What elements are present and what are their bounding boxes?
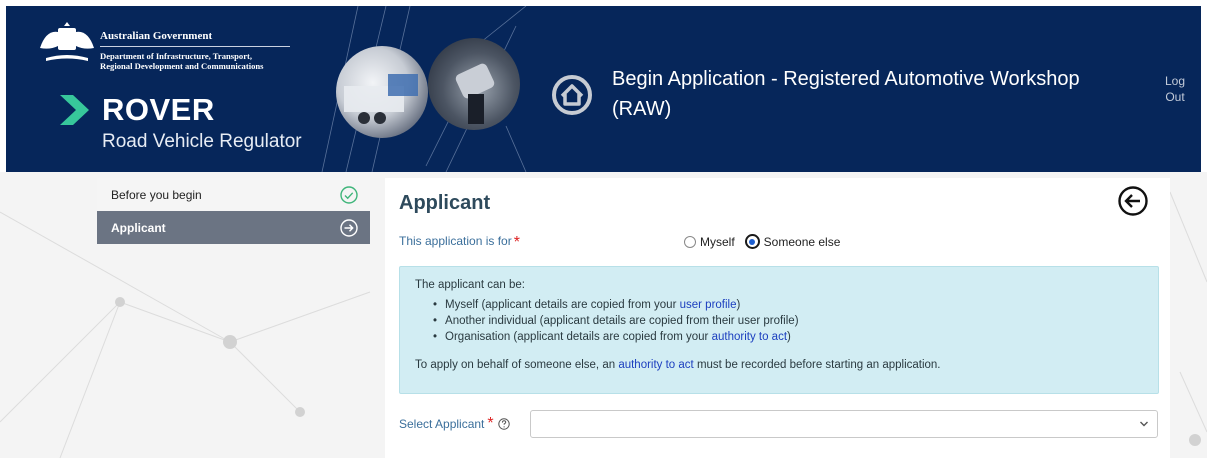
applicant-panel: Applicant This application is for * Mysel… [385, 178, 1170, 458]
seatbelt-photo [428, 38, 520, 130]
radio-someone-else[interactable] [744, 234, 760, 249]
chevron-down-icon [1140, 421, 1148, 427]
select-applicant-label: Select Applicant [399, 417, 485, 431]
required-asterisk: * [487, 415, 494, 432]
logout-link[interactable]: Log Out [1163, 73, 1187, 105]
sidebar-item-label: Before you begin [111, 187, 202, 202]
department-line-2: Regional Development and Communications [100, 61, 264, 71]
application-for-label: This application is for [399, 234, 512, 248]
section-title: Applicant [399, 192, 491, 214]
brand-subtitle: Road Vehicle Regulator [102, 131, 302, 152]
select-applicant-row: Select Applicant * [399, 410, 1159, 438]
truck-photo [336, 46, 428, 138]
select-applicant-dropdown[interactable] [530, 410, 1158, 438]
user-profile-link[interactable]: user profile [680, 299, 737, 311]
page-title: Begin Application - Registered Automotiv… [612, 68, 1080, 120]
list-item: Organisation (applicant details are copi… [433, 329, 1143, 345]
info-text: Myself (applicant details are copied fro… [445, 299, 680, 311]
gov-title: Australian Government [100, 30, 290, 47]
site-header: Australian Government Department of Infr… [6, 6, 1201, 172]
check-circle-icon [340, 185, 358, 204]
sidebar-item-before-you-begin[interactable]: Before you begin [97, 178, 370, 211]
authority-to-act-link[interactable]: authority to act [618, 359, 693, 371]
radio-someone-else-label[interactable]: Someone else [764, 235, 841, 249]
info-text: ) [787, 331, 791, 343]
home-icon[interactable] [551, 74, 593, 116]
arrow-right-circle-icon [340, 218, 358, 237]
rover-logo: ROVER [58, 92, 215, 128]
logout-label-line-2: Out [1165, 90, 1185, 104]
department-line-1: Department of Infrastructure, Transport, [100, 51, 253, 61]
info-footer: To apply on behalf of someone else, an a… [415, 359, 1143, 371]
logout-label-line-1: Log [1164, 74, 1186, 88]
brand-name: ROVER [102, 92, 215, 127]
application-for-radio-group: Myself Someone else [684, 234, 850, 249]
coat-of-arms-logo [40, 22, 94, 61]
info-text: Another individual (applicant details ar… [445, 315, 799, 327]
info-text: ) [736, 299, 741, 311]
application-for-row: This application is for * Myself Someone … [399, 234, 1159, 256]
list-item: Myself (applicant details are copied fro… [433, 297, 1143, 313]
sidebar-item-label: Applicant [111, 220, 166, 235]
info-text: Organisation (applicant details are copi… [445, 331, 712, 343]
info-text: To apply on behalf of someone else, an [415, 359, 619, 371]
info-list: Myself (applicant details are copied fro… [433, 297, 1143, 345]
arrow-left-circle-icon[interactable] [1117, 185, 1149, 217]
applicant-info-box: The applicant can be: Myself (applicant … [399, 266, 1159, 394]
chevron-right-icon [60, 95, 89, 125]
radio-myself-label[interactable]: Myself [700, 235, 735, 249]
required-asterisk: * [513, 234, 520, 251]
help-icon[interactable] [497, 418, 510, 430]
list-item: Another individual (applicant details ar… [433, 313, 1143, 329]
sidebar-item-applicant[interactable]: Applicant [97, 211, 370, 244]
department-name: Department of Infrastructure, Transport,… [100, 51, 300, 71]
authority-to-act-link[interactable]: authority to act [712, 331, 787, 343]
radio-myself[interactable] [684, 235, 696, 248]
info-intro: The applicant can be: [415, 279, 525, 291]
step-sidebar: Before you begin Applicant [97, 178, 370, 244]
government-branding: Australian Government Department of Infr… [100, 30, 300, 71]
info-text: must be recorded before starting an appl… [693, 359, 941, 371]
